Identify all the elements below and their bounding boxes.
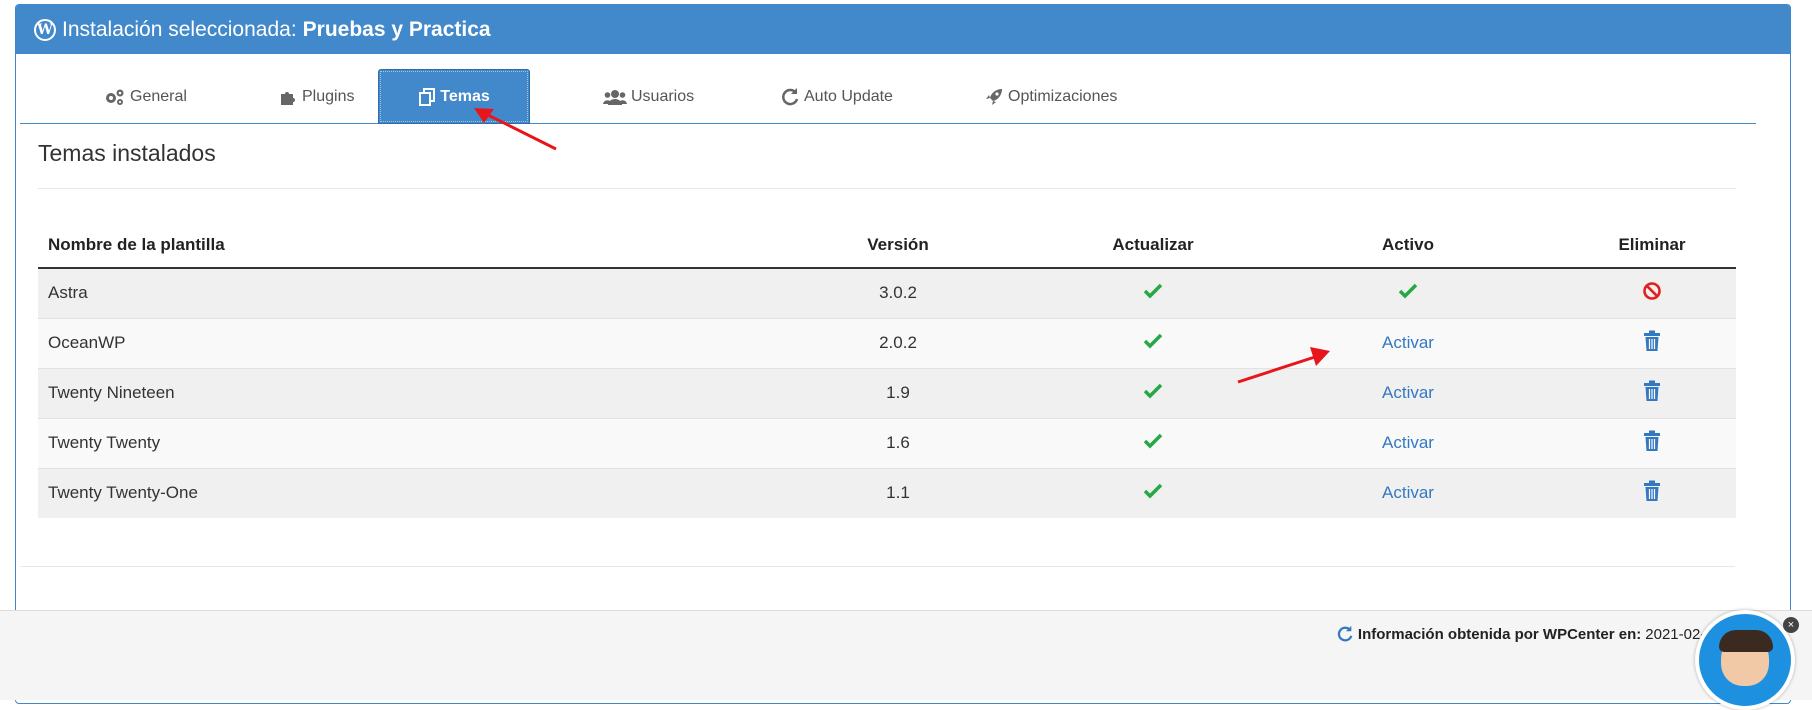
trash-icon[interactable]: [1643, 380, 1661, 402]
table-row: Twenty Twenty 1.6 Activar: [38, 417, 1736, 468]
annotation-arrow: [1237, 347, 1330, 384]
wordpress-icon: W: [34, 18, 56, 41]
theme-version: 1.6: [738, 417, 1058, 468]
activate-link[interactable]: Activar: [1382, 383, 1434, 402]
check-icon: [1143, 483, 1163, 499]
check-icon: [1143, 333, 1163, 348]
close-icon[interactable]: ×: [1783, 617, 1799, 633]
tab-general-label: General: [130, 87, 187, 105]
annotation-arrow: [474, 108, 557, 151]
gears-icon: [106, 89, 124, 105]
col-delete-header: Eliminar: [1568, 222, 1736, 269]
footer-label: Información obtenida por WPCenter en:: [1357, 625, 1642, 643]
table-header-row: Nombre de la plantilla Versión Actualiza…: [38, 222, 1736, 269]
themes-table: Nombre de la plantilla Versión Actualiza…: [38, 222, 1736, 518]
tab-plugins[interactable]: Plugins: [278, 69, 354, 124]
check-icon: [1143, 283, 1163, 299]
tab-optimizaciones[interactable]: Optimizaciones: [984, 69, 1117, 124]
trash-icon[interactable]: [1643, 330, 1661, 352]
col-update-header: Actualizar: [1058, 222, 1248, 269]
trash-icon[interactable]: [1643, 480, 1661, 502]
table-row: Twenty Nineteen 1.9 Activar: [38, 367, 1736, 418]
theme-version: 3.0.2: [738, 267, 1058, 318]
header-prefix: Instalación seleccionada:: [62, 17, 297, 41]
theme-name: Twenty Nineteen: [38, 367, 738, 418]
panel-header: W Instalación seleccionada: Pruebas y Pr…: [16, 5, 1790, 54]
activate-link[interactable]: Activar: [1382, 333, 1434, 352]
theme-version: 1.1: [738, 467, 1058, 518]
col-active-header: Activo: [1248, 222, 1568, 269]
divider: [38, 188, 1736, 189]
tab-auto-update[interactable]: Auto Update: [780, 69, 893, 124]
tab-bar: General Plugins Temas Usuarios Auto Upda…: [20, 69, 1756, 124]
panel-footer: Información obtenida por WPCenter en: 20…: [0, 610, 1812, 700]
divider: [20, 566, 1735, 567]
installation-name: Pruebas y Practica: [302, 17, 491, 41]
puzzle-icon: [281, 91, 295, 105]
refresh-icon[interactable]: [1336, 625, 1354, 643]
copy-icon: [419, 87, 436, 106]
tab-plugins-label: Plugins: [302, 87, 355, 105]
theme-name: Twenty Twenty-One: [38, 467, 738, 518]
tab-usuarios[interactable]: Usuarios: [603, 69, 694, 124]
tab-usuarios-label: Usuarios: [631, 87, 695, 105]
check-icon: [1143, 433, 1163, 448]
tab-auto-update-label: Auto Update: [804, 87, 893, 105]
theme-name: OceanWP: [38, 317, 738, 368]
table-row: Astra 3.0.2: [38, 267, 1736, 318]
tab-temas-label: Temas: [440, 87, 490, 105]
table-row: Twenty Twenty-One 1.1 Activar: [38, 467, 1736, 518]
activate-link[interactable]: Activar: [1382, 483, 1434, 502]
users-icon: [603, 89, 627, 105]
tab-optimizaciones-label: Optimizaciones: [1008, 87, 1118, 105]
activate-link[interactable]: Activar: [1382, 433, 1434, 452]
theme-name: Twenty Twenty: [38, 417, 738, 468]
theme-name: Astra: [38, 267, 738, 318]
refresh-icon: [782, 87, 799, 105]
rocket-icon: [986, 88, 1002, 105]
footer-info: Información obtenida por WPCenter en: 20…: [1336, 625, 1722, 643]
theme-version: 2.0.2: [738, 317, 1058, 368]
ban-icon: [1643, 281, 1661, 300]
support-avatar[interactable]: [1695, 610, 1795, 710]
table-row: OceanWP 2.0.2 Activar: [38, 317, 1736, 368]
col-version-header: Versión: [738, 222, 1058, 269]
theme-version: 1.9: [738, 367, 1058, 418]
check-icon: [1398, 283, 1418, 299]
tab-general[interactable]: General: [104, 69, 187, 124]
section-title: Temas instalados: [38, 140, 216, 166]
trash-icon[interactable]: [1643, 430, 1661, 452]
col-name-header: Nombre de la plantilla: [38, 222, 738, 269]
check-icon: [1143, 383, 1163, 398]
